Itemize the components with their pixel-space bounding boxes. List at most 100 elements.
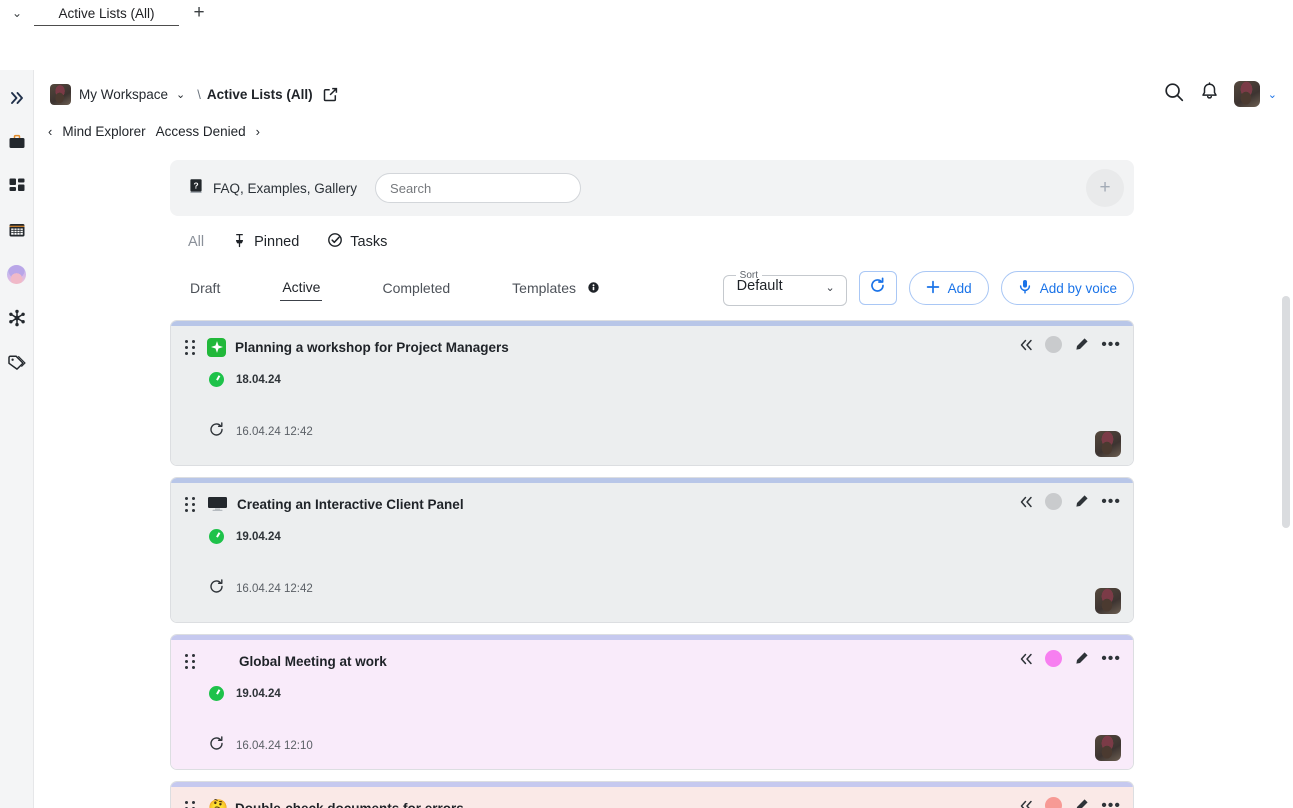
user-avatar[interactable] [1233,81,1260,107]
info-icon[interactable] [588,280,599,296]
add-button-label: Add [947,280,972,296]
refresh-icon [869,277,886,299]
grid-icon[interactable] [2,172,32,200]
history-icon [209,736,224,756]
pencil-icon[interactable] [1074,494,1089,509]
pencil-icon[interactable] [1074,337,1089,352]
card-owner-avatar[interactable] [1095,588,1121,614]
list-item[interactable]: Creating an Interactive Client Panel ••• [170,477,1134,623]
list-toolbar: Sort Default ⌄ Add Add by voice [722,270,1134,306]
breadcrumb-next-arrow-icon[interactable]: › [256,124,260,139]
breadcrumb-item-access-denied[interactable]: Access Denied [156,124,246,139]
drag-handle-icon[interactable] [183,339,197,355]
thinking-face-emoji-icon: 🤔 [207,798,229,808]
tab-completed[interactable]: Completed [380,276,452,301]
card-due-row: 19.04.24 [183,686,1121,701]
pencil-icon[interactable] [1074,651,1089,666]
filter-chip-tasks[interactable]: Tasks [327,232,387,252]
browser-tab-active[interactable]: Active Lists (All) [34,0,179,26]
chevrons-left-icon[interactable] [1019,338,1033,352]
list-item[interactable]: Global Meeting at work ••• 19.04.24 16.0… [170,634,1134,770]
card-controls: ••• [1019,493,1121,510]
external-link-icon[interactable] [323,87,338,102]
history-icon [209,579,224,599]
monitor-icon [207,496,228,512]
hub-icon[interactable] [2,304,32,332]
more-horizontal-icon[interactable]: ••• [1101,650,1121,666]
color-swatch[interactable] [1045,493,1063,510]
bell-icon[interactable] [1199,81,1220,107]
user-menu-chevron-down-icon[interactable]: ⌄ [1268,88,1277,101]
pin-icon [232,233,247,252]
add-by-voice-button[interactable]: Add by voice [1000,271,1134,305]
card-due-row: 18.04.24 [183,372,1121,387]
calendar-icon[interactable] [2,216,32,244]
filter-chip-all-label: All [188,234,205,250]
browser-tab-label: Active Lists (All) [58,6,155,21]
help-book-icon[interactable]: ? [188,178,204,199]
refresh-button[interactable] [858,271,897,305]
app-header: My Workspace ⌄ \ Active Lists (All) ⌄ [34,70,1293,118]
faq-bar: ? FAQ, Examples, Gallery + [170,160,1134,216]
add-by-voice-label: Add by voice [1039,280,1117,296]
card-title: Double-check documents for errors. [235,800,468,808]
browser-tab-strip: ⌄ Active Lists (All) + [0,0,1293,26]
chevrons-left-icon[interactable] [1019,799,1033,808]
card-list: Planning a workshop for Project Managers… [170,320,1134,808]
tag-icon[interactable] [2,348,32,376]
color-swatch[interactable] [1045,336,1063,353]
more-horizontal-icon[interactable]: ••• [1101,336,1121,352]
sort-select[interactable]: Sort Default ⌄ [722,270,847,306]
tab-templates-label: Templates [512,279,576,296]
new-tab-button[interactable]: + [179,0,219,26]
plus-icon [926,280,940,297]
list-item[interactable]: 🤔 Double-check documents for errors. ••• [170,781,1134,808]
drag-handle-icon[interactable] [183,496,197,512]
avatar-icon[interactable] [2,260,32,288]
card-title: Planning a workshop for Project Managers [235,339,509,355]
main-scroll-area: ? FAQ, Examples, Gallery + All Pinned Ta… [34,146,1293,808]
filter-chip-tasks-label: Tasks [350,234,388,250]
drag-handle-icon[interactable] [183,653,197,669]
search-icon[interactable] [1163,81,1185,108]
card-owner-avatar[interactable] [1095,431,1121,457]
tab-draft[interactable]: Draft [188,276,222,301]
color-swatch[interactable] [1045,650,1063,667]
breadcrumb-item-mind-explorer[interactable]: Mind Explorer [62,124,145,139]
list-item[interactable]: Planning a workshop for Project Managers… [170,320,1134,466]
pencil-icon[interactable] [1074,798,1089,808]
chevrons-left-icon[interactable] [1019,495,1033,509]
filter-chip-pinned[interactable]: Pinned [232,233,299,252]
tab-active[interactable]: Active [280,275,323,301]
vertical-scrollbar[interactable] [1282,296,1290,528]
briefcase-icon[interactable] [2,128,32,156]
more-horizontal-icon[interactable]: ••• [1101,797,1121,808]
tab-templates[interactable]: Templates [510,276,601,301]
breadcrumb: ‹ Mind Explorer Access Denied › [34,118,1293,144]
left-rail [0,70,34,808]
filter-chip-all[interactable]: All [188,234,204,250]
faq-label[interactable]: FAQ, Examples, Gallery [213,181,357,196]
add-button[interactable]: Add [908,271,989,305]
workspace-chevron-down-icon[interactable]: ⌄ [176,88,185,101]
search-input[interactable] [375,173,582,203]
card-title: Global Meeting at work [239,653,387,669]
color-swatch[interactable] [1045,797,1063,808]
clock-green-icon [209,529,224,544]
card-updated-row: 16.04.24 12:42 [183,422,1121,442]
chevrons-right-icon[interactable] [2,84,32,112]
chevrons-left-icon[interactable] [1019,652,1033,666]
add-item-round-button[interactable]: + [1086,169,1124,207]
tab-list-chevron-icon[interactable]: ⌄ [0,0,34,26]
more-horizontal-icon[interactable]: ••• [1101,493,1121,509]
card-owner-avatar[interactable] [1095,735,1121,761]
filter-chip-row: All Pinned Tasks [170,232,1134,252]
card-controls: ••• [1019,797,1121,808]
drag-handle-icon[interactable] [183,800,197,808]
workspace-name[interactable]: My Workspace [79,87,168,102]
card-due-date: 19.04.24 [236,530,281,543]
sparkle-green-icon [207,337,226,357]
header-actions: ⌄ [1163,81,1277,108]
clock-green-icon [209,372,224,387]
breadcrumb-prev-arrow-icon[interactable]: ‹ [48,124,52,139]
